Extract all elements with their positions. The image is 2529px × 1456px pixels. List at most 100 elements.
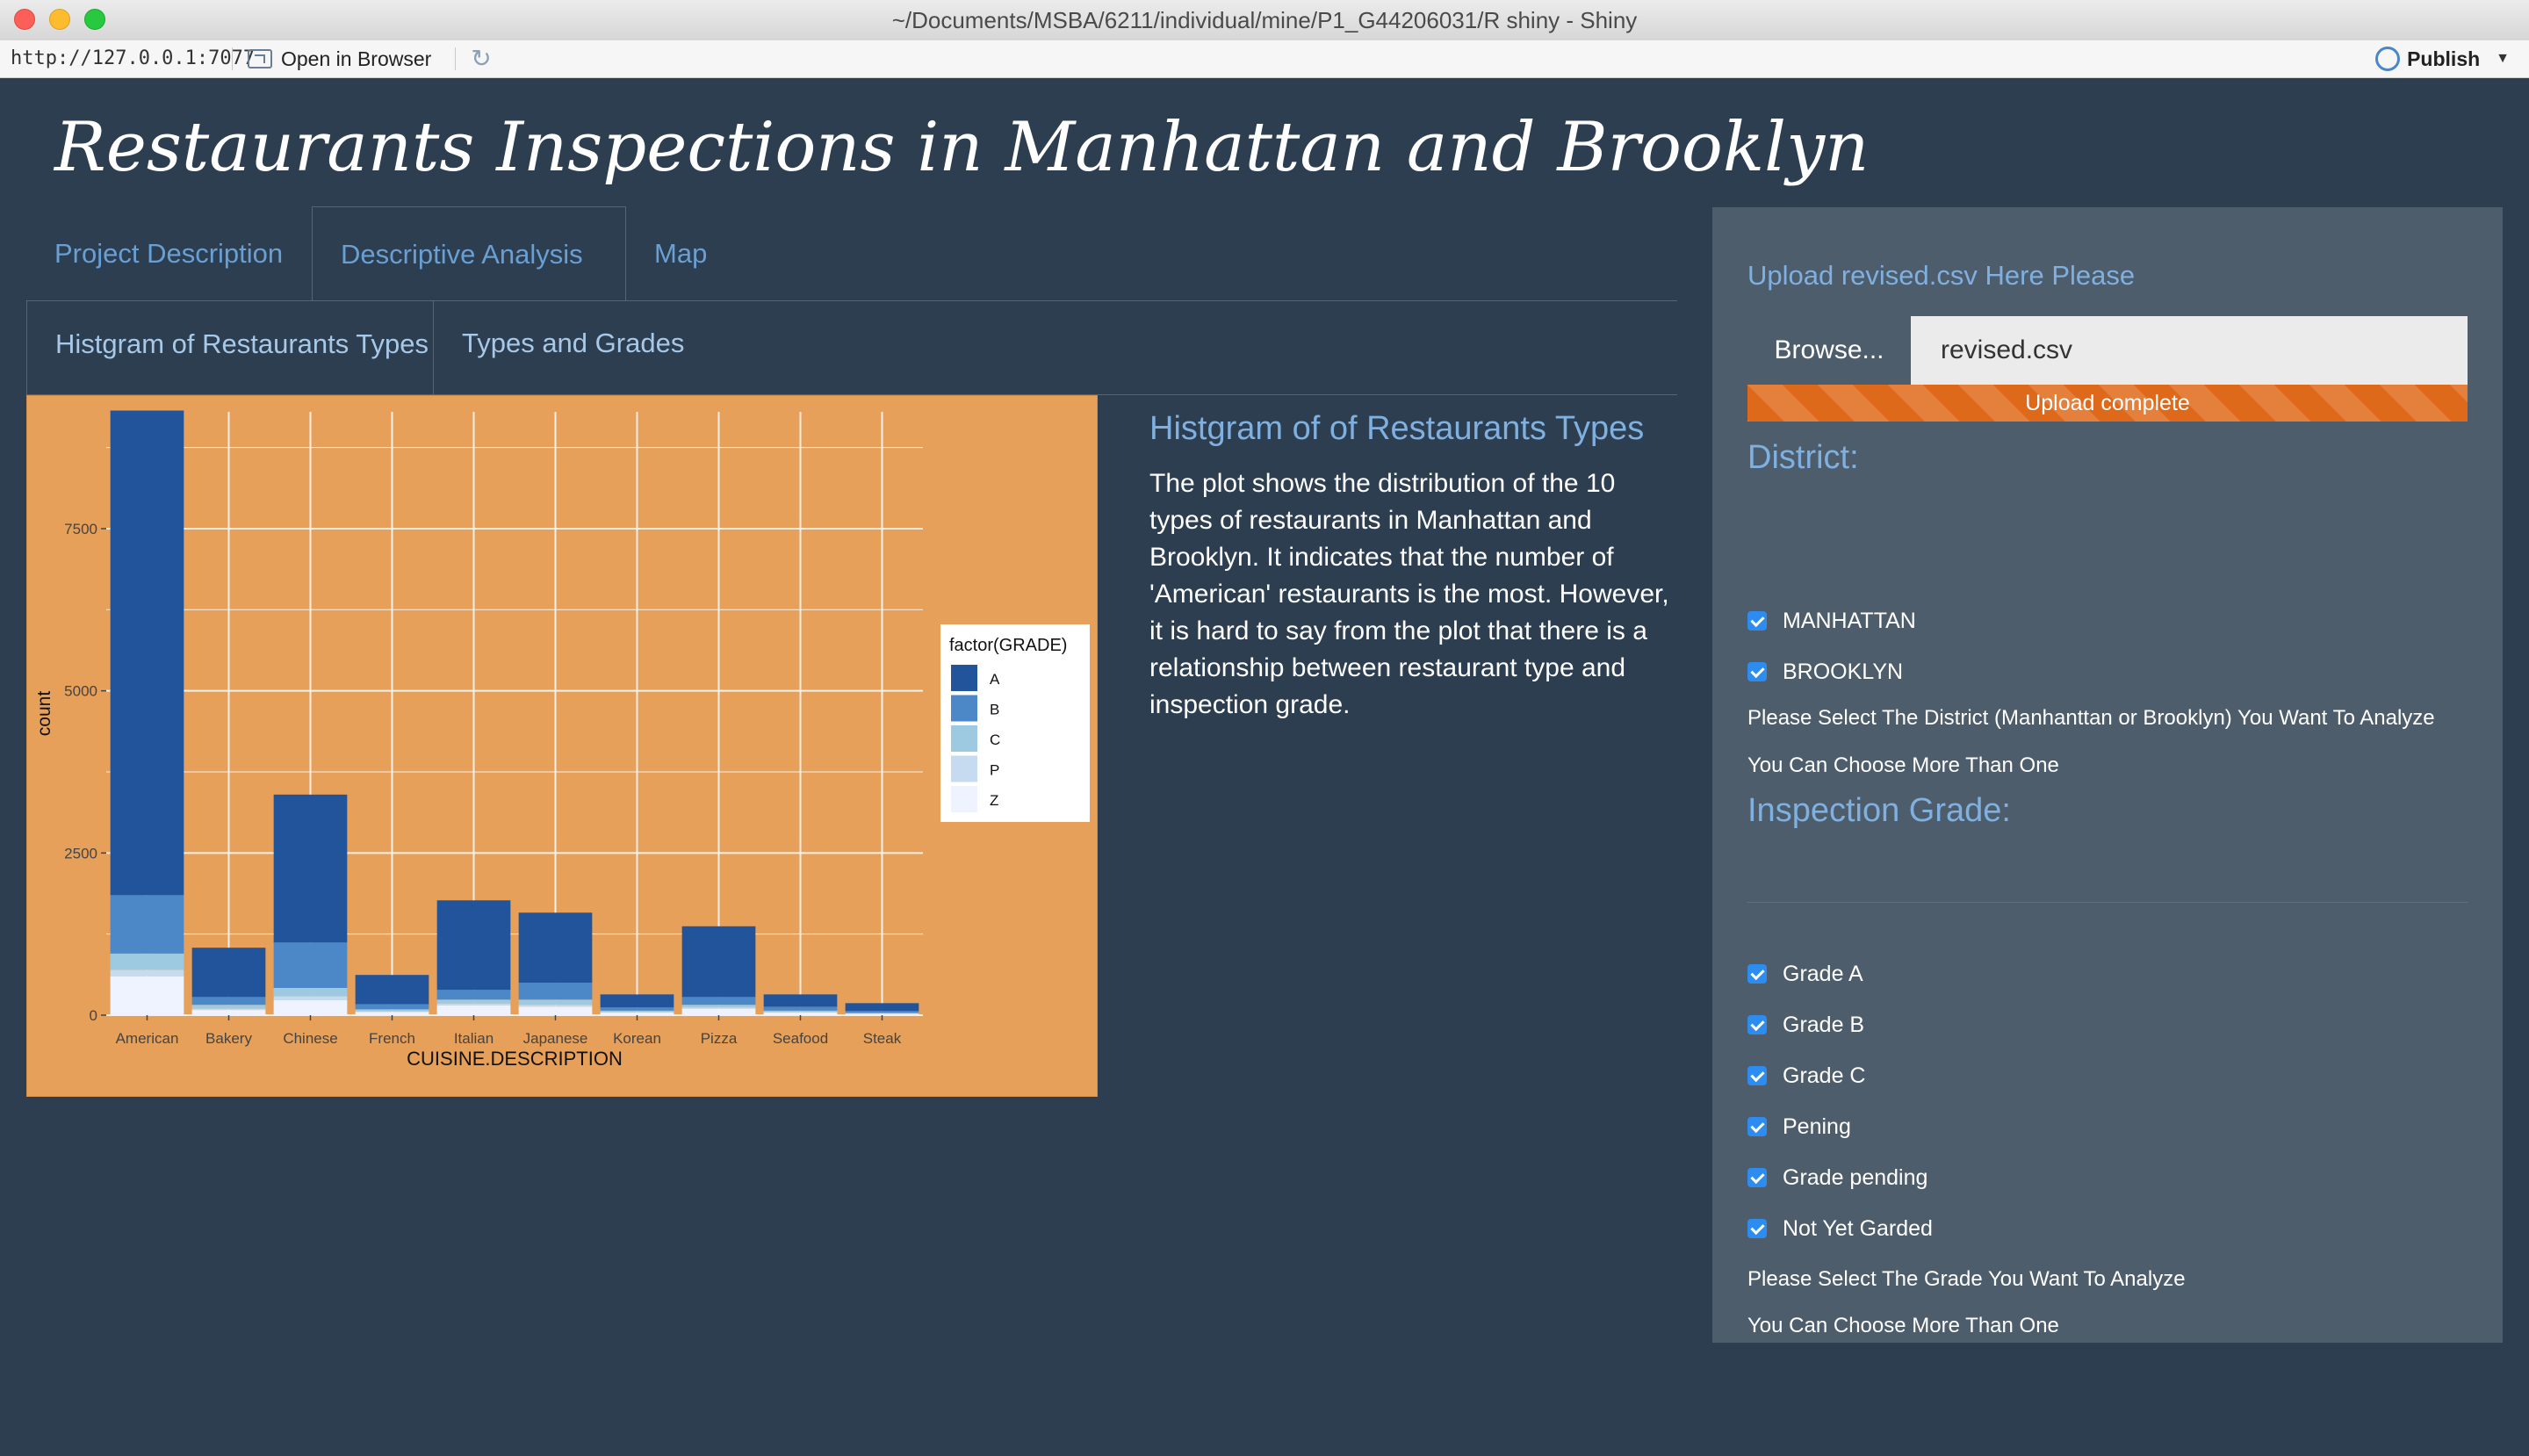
bar-segment-A-steak: [845, 1003, 919, 1012]
bar-segment-P-french: [355, 1011, 429, 1013]
grade-title: Inspection Grade:: [1747, 792, 2011, 829]
browse-button[interactable]: Browse...: [1747, 316, 1911, 385]
chevron-down-icon: ▼: [2496, 51, 2510, 66]
legend-label-A: A: [990, 671, 1000, 688]
bar-segment-C-korean: [600, 1010, 674, 1013]
tab-histogram[interactable]: Histgram of Restaurants Types: [26, 300, 434, 395]
grade-checkbox-pending[interactable]: Grade pending: [1747, 1160, 1927, 1195]
bar-segment-A-pizza: [681, 926, 756, 998]
checkbox-checked-icon[interactable]: [1747, 611, 1767, 631]
bar-segment-A-japanese: [518, 912, 593, 984]
refresh-icon[interactable]: ↻: [469, 47, 494, 71]
bar-segment-P-japanese: [518, 1005, 593, 1007]
bar-segment-A-bakery: [191, 948, 266, 998]
bar-segment-B-seafood: [763, 1006, 838, 1011]
window-title: ~/Documents/MSBA/6211/individual/mine/P1…: [891, 7, 1638, 33]
district-help-text: Please Select The District (Manhanttan o…: [1747, 706, 2435, 730]
bar-segment-B-steak: [845, 1011, 919, 1013]
open-in-browser-icon: [248, 49, 272, 68]
bar-segment-Z-seafood: [763, 1013, 838, 1015]
grade-checkbox-a[interactable]: Grade A: [1747, 956, 1863, 991]
bar-segment-Z-steak: [845, 1013, 919, 1015]
grade-checkbox-not-yet-graded[interactable]: Not Yet Garded: [1747, 1211, 1933, 1246]
x-tick-label: Italian: [454, 1030, 494, 1047]
grade-help-text: Please Select The Grade You Want To Anal…: [1747, 1267, 2186, 1291]
checkbox-checked-icon[interactable]: [1747, 662, 1767, 681]
bar-segment-B-italian: [436, 990, 511, 1000]
tab-project-description[interactable]: Project Description: [26, 206, 316, 301]
legend-swatch-A: [951, 665, 977, 691]
bar-segment-A-american: [110, 410, 184, 896]
bar-segment-C-bakery: [191, 1005, 266, 1009]
publish-icon: [2375, 47, 2401, 71]
district-help-text-2: You Can Choose More Than One: [1747, 753, 2059, 777]
bar-segment-P-korean: [600, 1012, 674, 1013]
bar-segment-B-french: [355, 1004, 429, 1010]
legend-swatch-P: [951, 755, 977, 782]
legend-label-C: C: [990, 732, 1000, 748]
histogram-svg: 0 2500 5000 7500 American Bakery Chinese French…: [34, 410, 1090, 1070]
x-tick-label: French: [369, 1030, 415, 1047]
file-name-field[interactable]: revised.csv: [1911, 316, 2468, 385]
bar-segment-P-chinese: [273, 996, 348, 1001]
bar-segment-P-seafood: [763, 1012, 838, 1013]
x-tick-label: Japanese: [523, 1030, 588, 1047]
grade-checkbox-c[interactable]: Grade C: [1747, 1058, 1865, 1093]
x-tick-label: Steak: [863, 1030, 902, 1047]
checkbox-checked-icon[interactable]: [1747, 1066, 1767, 1085]
checkbox-label: Grade C: [1783, 1063, 1866, 1088]
checkbox-label: MANHATTAN: [1783, 608, 1916, 633]
x-tick-label: Pizza: [701, 1030, 738, 1047]
legend-swatch-Z: [951, 786, 977, 812]
bar-segment-C-italian: [436, 999, 511, 1004]
bar-segment-Z-american: [110, 976, 184, 1015]
checkbox-checked-icon[interactable]: [1747, 1117, 1767, 1136]
district-checkbox-brooklyn[interactable]: BROOKLYN: [1747, 654, 1903, 689]
x-axis-title: CUISINE.DESCRIPTION: [407, 1048, 623, 1070]
checkbox-checked-icon[interactable]: [1747, 1219, 1767, 1238]
sidebar-panel: Upload revised.csv Here Please Browse...…: [1712, 207, 2503, 1343]
y-axis-title: count: [34, 691, 54, 737]
bar-segment-Z-japanese: [518, 1006, 593, 1015]
checkbox-checked-icon[interactable]: [1747, 1015, 1767, 1034]
tab-types-and-grades[interactable]: Types and Grades: [434, 300, 697, 395]
bar-segment-B-american: [110, 895, 184, 954]
grade-checkbox-b[interactable]: Grade B: [1747, 1007, 1864, 1042]
bar-segment-B-korean: [600, 1007, 674, 1011]
legend-label-B: B: [990, 702, 999, 718]
bar-segment-P-pizza: [681, 1007, 756, 1009]
histogram-plot: 0 2500 5000 7500 American Bakery Chinese French…: [26, 395, 1098, 1097]
description-title: Histgram of of Restaurants Types: [1149, 410, 1645, 447]
district-checkbox-manhattan[interactable]: MANHATTAN: [1747, 603, 1916, 638]
checkbox-label: BROOKLYN: [1783, 659, 1904, 684]
tab-descriptive-analysis[interactable]: Descriptive Analysis: [312, 206, 626, 301]
checkbox-label: Not Yet Garded: [1783, 1215, 1933, 1241]
checkbox-label: Grade pending: [1783, 1164, 1928, 1190]
upload-label: Upload revised.csv Here Please: [1747, 260, 2136, 291]
tab-map[interactable]: Map: [626, 206, 731, 301]
bar-segment-P-american: [110, 969, 184, 977]
checkbox-checked-icon[interactable]: [1747, 1168, 1767, 1187]
legend-swatch-C: [951, 725, 977, 752]
url-display[interactable]: http://127.0.0.1:7077: [11, 40, 255, 77]
checkbox-checked-icon[interactable]: [1747, 964, 1767, 984]
open-in-browser-button[interactable]: Open in Browser: [248, 40, 431, 77]
viewer-toolbar: http://127.0.0.1:7077 Open in Browser ↻ …: [0, 40, 2529, 78]
bar-segment-A-seafood: [763, 994, 838, 1007]
page-title: Restaurants Inspections in Manhattan and…: [54, 108, 1870, 187]
window-titlebar: ~/Documents/MSBA/6211/individual/mine/P1…: [0, 0, 2529, 41]
y-tick-label: 7500: [64, 521, 97, 537]
bar-segment-B-bakery: [191, 997, 266, 1006]
bar-segment-Z-bakery: [191, 1010, 266, 1015]
bar-segment-B-pizza: [681, 997, 756, 1006]
bar-segment-C-japanese: [518, 999, 593, 1006]
bar-segment-C-chinese: [273, 987, 348, 997]
shiny-app: Restaurants Inspections in Manhattan and…: [0, 78, 2529, 1456]
publish-button[interactable]: Publish ▼: [2375, 40, 2510, 77]
upload-progress-bar: Upload complete: [1747, 385, 2468, 422]
legend-title: factor(GRADE): [949, 636, 1067, 655]
checkbox-label: Grade B: [1783, 1012, 1865, 1037]
legend-label-P: P: [990, 762, 999, 779]
bar-segment-Z-chinese: [273, 1000, 348, 1015]
grade-checkbox-pening[interactable]: Pening: [1747, 1109, 1851, 1144]
